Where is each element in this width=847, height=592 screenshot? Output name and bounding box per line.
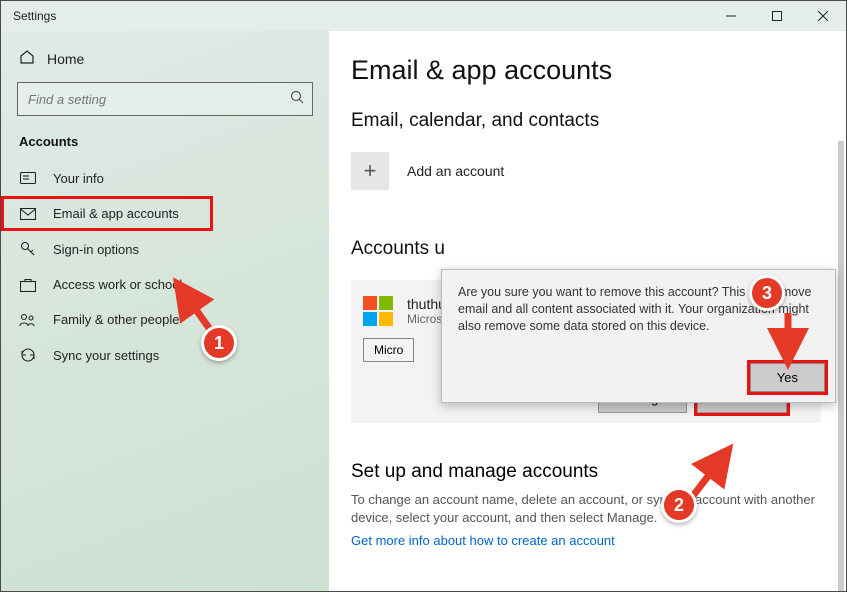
section-email-heading: Email, calendar, and contacts <box>351 110 846 132</box>
sidebar-item-label: Sign-in options <box>53 242 139 257</box>
person-card-icon <box>19 172 37 186</box>
close-button[interactable] <box>800 1 846 31</box>
people-icon <box>19 313 37 327</box>
home-icon <box>19 49 35 68</box>
setup-heading: Set up and manage accounts <box>351 461 846 483</box>
search-icon <box>290 90 304 109</box>
sidebar-item-label: Family & other people <box>53 312 179 327</box>
section-accounts-heading: Accounts u <box>351 238 846 260</box>
plus-icon: + <box>351 152 389 190</box>
section-title: Accounts <box>1 134 329 161</box>
minimize-button[interactable] <box>708 1 754 31</box>
app-title: Settings <box>13 9 56 23</box>
window-controls <box>708 1 846 31</box>
scrollbar[interactable] <box>838 141 844 591</box>
annotation-badge-3: 3 <box>749 275 785 311</box>
page-title: Email & app accounts <box>351 55 846 86</box>
annotation-badge-1: 1 <box>201 325 237 361</box>
sidebar-item-your-info[interactable]: Your info <box>1 161 329 196</box>
add-account-label: Add an account <box>407 163 504 179</box>
key-icon <box>19 241 37 257</box>
search-box[interactable] <box>17 82 313 116</box>
mail-icon <box>19 208 37 220</box>
sidebar-item-sync[interactable]: Sync your settings <box>1 337 329 373</box>
search-input[interactable] <box>26 91 290 108</box>
sidebar-item-label: Sync your settings <box>53 348 159 363</box>
sidebar-item-signin-options[interactable]: Sign-in options <box>1 231 329 267</box>
sidebar-item-family[interactable]: Family & other people <box>1 302 329 337</box>
sync-icon <box>19 347 37 363</box>
titlebar: Settings <box>1 1 846 31</box>
annotation-badge-2: 2 <box>661 487 697 523</box>
sidebar-item-email-accounts[interactable]: Email & app accounts <box>1 196 213 231</box>
sidebar-item-label: Access work or school <box>53 277 182 292</box>
sidebar-item-label: Email & app accounts <box>53 206 179 221</box>
setup-text: To change an account name, delete an acc… <box>351 491 822 526</box>
briefcase-icon <box>19 278 37 292</box>
sidebar: Home Accounts Your info Email & app acco… <box>1 31 329 591</box>
account-tag: Micro <box>363 338 414 362</box>
home-label: Home <box>47 51 84 67</box>
maximize-button[interactable] <box>754 1 800 31</box>
sidebar-item-label: Your info <box>53 171 104 186</box>
sidebar-item-access-work[interactable]: Access work or school <box>1 267 329 302</box>
setup-link[interactable]: Get more info about how to create an acc… <box>351 533 615 548</box>
microsoft-logo-icon <box>363 296 393 326</box>
annotation-arrow-3 <box>763 307 813 382</box>
home-nav[interactable]: Home <box>1 43 329 82</box>
add-account-row[interactable]: + Add an account <box>351 152 846 190</box>
